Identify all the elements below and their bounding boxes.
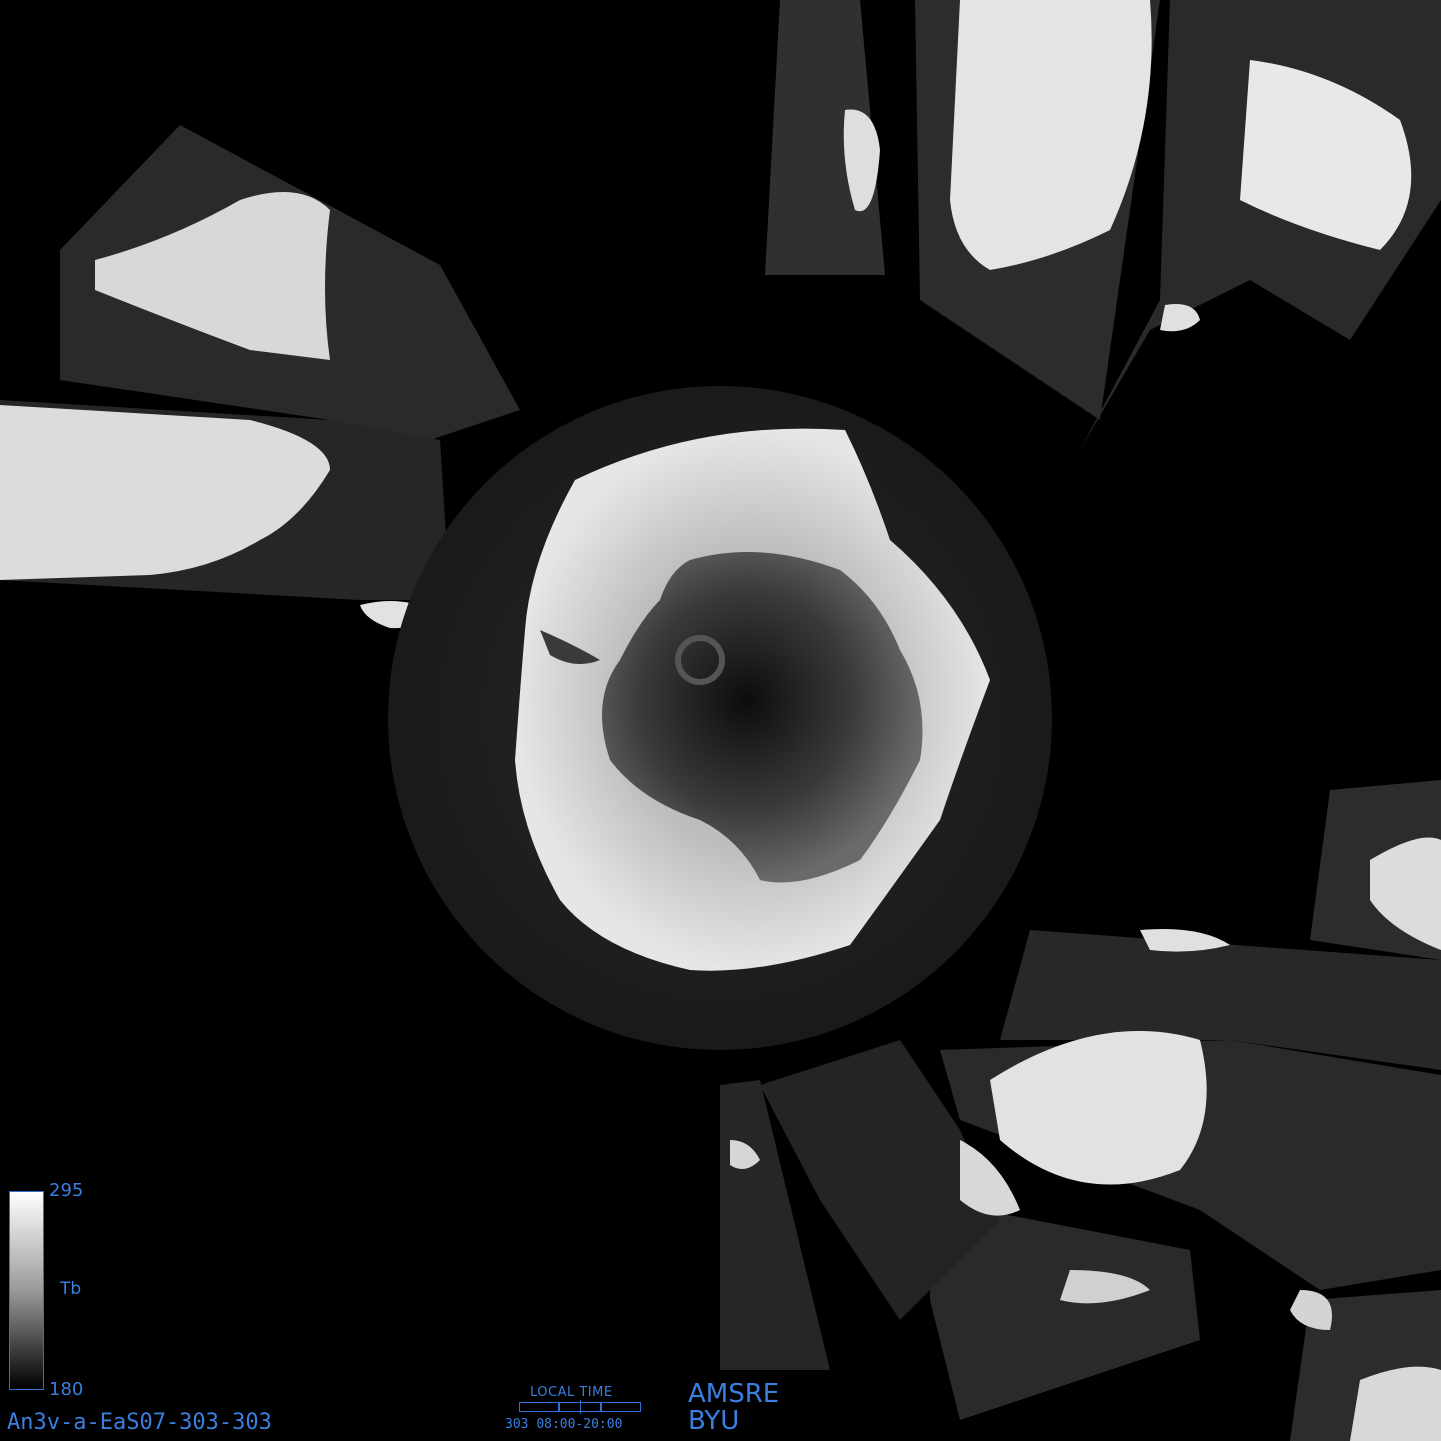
colorbar-variable-label: Tb xyxy=(60,1279,82,1299)
product-id-label: An3v-a-EaS07-303-303 xyxy=(7,1410,272,1435)
local-time-detail: 303 08:00-20:00 xyxy=(505,1417,622,1432)
local-time-center-tick xyxy=(580,1400,581,1414)
colorbar xyxy=(9,1191,44,1390)
polar-brightness-temperature-map xyxy=(0,0,1441,1441)
colorbar-max-label: 295 xyxy=(49,1180,84,1201)
sensor-label: AMSRE xyxy=(688,1379,780,1409)
central-polar-disk xyxy=(388,386,1052,1050)
local-time-window: 08:00-20:00 xyxy=(536,1417,623,1432)
local-time-day: 303 xyxy=(505,1417,529,1432)
organization-label: BYU xyxy=(688,1406,740,1436)
local-time-title: LOCAL TIME xyxy=(530,1385,613,1400)
colorbar-min-label: 180 xyxy=(49,1379,84,1400)
local-time-bar xyxy=(519,1400,641,1414)
